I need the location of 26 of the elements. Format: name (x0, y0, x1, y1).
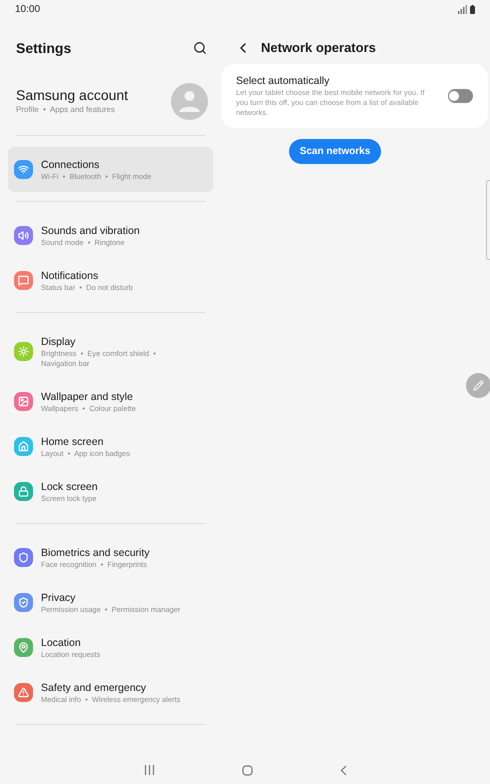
item-title: Lock screen (41, 480, 99, 494)
auto-select-toggle[interactable] (448, 89, 473, 103)
pencil-icon (473, 380, 484, 391)
recent-apps-icon[interactable] (144, 765, 154, 775)
search-icon[interactable] (193, 41, 207, 55)
item-title: Home screen (41, 434, 104, 448)
item-title: Location (41, 636, 82, 650)
signal-battery-icon (458, 4, 475, 14)
item-title: Biometrics and security (41, 546, 151, 560)
back-nav-icon[interactable] (340, 764, 346, 776)
item-title: Connections (41, 158, 100, 172)
item-title: Privacy (41, 590, 76, 604)
account-title: Samsung account (16, 86, 128, 104)
item-title: Wallpaper and style (41, 390, 134, 404)
item-title: Sounds and vibration (41, 224, 141, 238)
auto-select-title: Select automatically (236, 74, 330, 88)
status-time: 10:00 (15, 2, 40, 16)
item-title: Notifications (41, 268, 100, 282)
settings-title: Settings (16, 38, 72, 58)
account-subtitle: Profile • Apps and features (16, 104, 116, 116)
item-title: Safety and emergency (41, 680, 148, 694)
edge-panel-handle[interactable] (486, 180, 490, 260)
detail-title: Network operators (261, 39, 376, 58)
home-icon[interactable] (242, 764, 252, 776)
item-title: Display (41, 334, 76, 348)
scan-networks-button[interactable]: Scan networks (288, 139, 382, 164)
